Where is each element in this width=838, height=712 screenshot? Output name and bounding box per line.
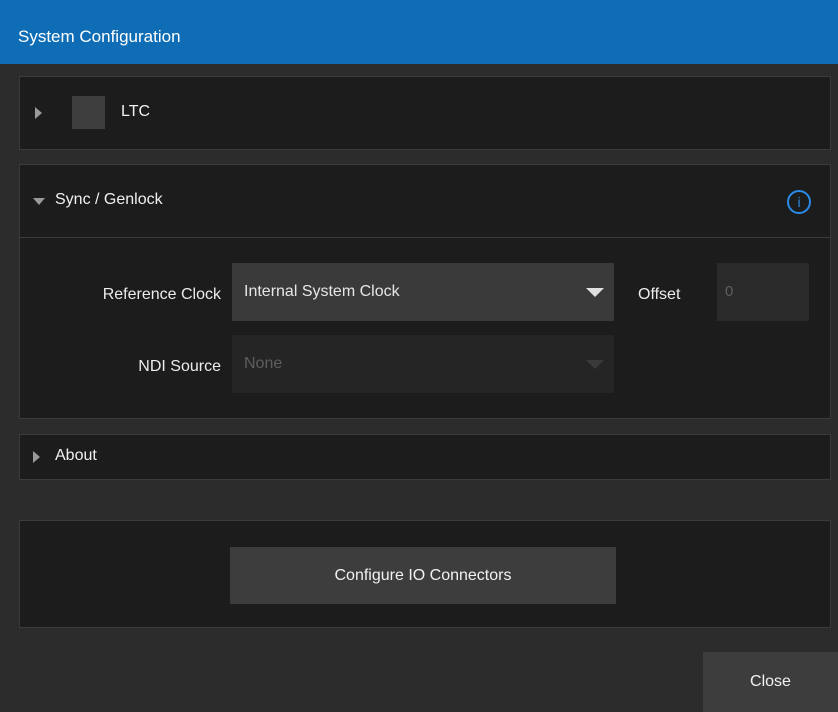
- reference-clock-label: Reference Clock: [102, 286, 221, 303]
- reference-clock-value: Internal System Clock: [244, 283, 400, 300]
- configure-io-button[interactable]: Configure IO Connectors: [230, 547, 616, 604]
- ndi-source-value: None: [244, 355, 283, 372]
- offset-input[interactable]: 0: [717, 263, 809, 321]
- close-button[interactable]: Close: [703, 652, 838, 712]
- ndi-source-select[interactable]: None: [232, 335, 614, 393]
- info-icon[interactable]: i: [787, 190, 811, 214]
- panel-divider: [20, 237, 830, 238]
- chevron-down-icon: [586, 360, 604, 369]
- collapse-arrow-icon[interactable]: [33, 198, 45, 205]
- about-label: About: [55, 447, 97, 464]
- ltc-label: LTC: [121, 103, 151, 120]
- offset-value: 0: [725, 283, 734, 300]
- sync-genlock-label: Sync / Genlock: [55, 191, 163, 208]
- ndi-source-label: NDI Source: [138, 358, 221, 375]
- ltc-checkbox[interactable]: [72, 96, 105, 129]
- ltc-panel: LTC: [19, 76, 831, 150]
- sync-genlock-header[interactable]: Sync / Genlock i: [20, 165, 830, 237]
- window-title: System Configuration: [18, 27, 181, 46]
- dialog-body: LTC Sync / Genlock i Reference Clock Int…: [0, 64, 838, 712]
- about-panel: About: [19, 434, 831, 480]
- about-panel-header[interactable]: About: [20, 435, 830, 479]
- sync-genlock-panel: Sync / Genlock i Reference Clock Interna…: [19, 164, 831, 419]
- ltc-panel-header[interactable]: LTC: [20, 77, 830, 149]
- offset-label: Offset: [638, 286, 681, 303]
- reference-clock-select[interactable]: Internal System Clock: [232, 263, 614, 321]
- expand-arrow-icon[interactable]: [35, 107, 42, 119]
- chevron-down-icon: [586, 288, 604, 297]
- expand-arrow-icon[interactable]: [33, 451, 40, 463]
- configure-io-panel: Configure IO Connectors: [19, 520, 831, 628]
